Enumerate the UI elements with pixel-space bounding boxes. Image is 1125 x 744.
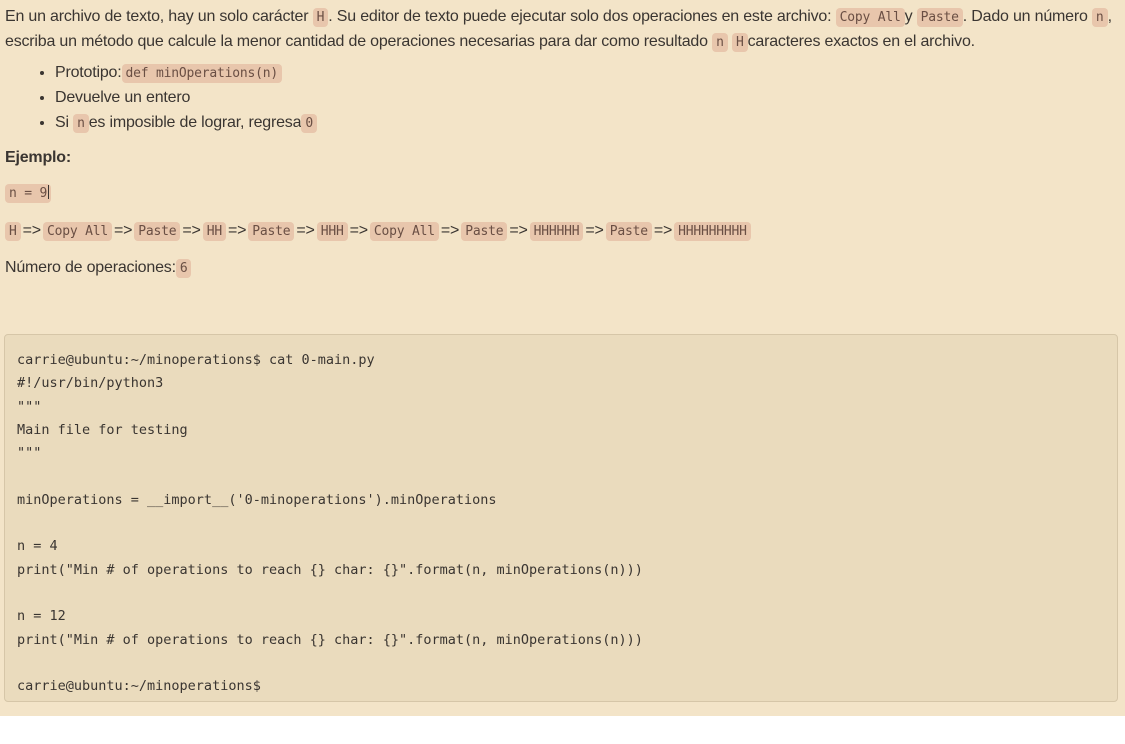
list-item: Devuelve un entero	[55, 85, 1115, 110]
sequence-step: HH	[202, 222, 226, 241]
intro-text: caracteres exactos en el archivo.	[747, 33, 975, 50]
sequence-step: Paste	[134, 222, 181, 241]
example-heading: Ejemplo:	[5, 149, 71, 166]
inline-code: 0	[301, 114, 317, 133]
task-description: En un archivo de texto, hay un solo cará…	[5, 4, 1115, 280]
code-line: carrie@ubuntu:~/minoperations$ cat 0-mai…	[17, 352, 375, 368]
code-line: Main file for testing	[17, 421, 188, 438]
code-block[interactable]: carrie@ubuntu:~/minoperations$ cat 0-mai…	[4, 334, 1118, 702]
intro-text: . Su editor de texto puede ejecutar solo…	[328, 8, 836, 25]
code-line: """	[17, 445, 42, 462]
intro-text: . Dado un número	[962, 8, 1092, 25]
code-line: #!/usr/bin/python3	[17, 375, 164, 392]
operations-label: Número de operaciones:	[5, 259, 176, 276]
inline-code: def minOperations(n)	[121, 64, 283, 83]
list-item-text: Devuelve un entero	[55, 89, 191, 106]
page-background: En un archivo de texto, hay un solo cará…	[0, 0, 1125, 716]
operation-sequence: H => Copy All => Paste => HH => Paste => HHH => Copy…	[5, 218, 1115, 243]
arrow-text: =>	[227, 222, 247, 239]
intro-text: En un archivo de texto, hay un solo cará…	[5, 8, 313, 25]
arrow-text: =>	[349, 222, 369, 239]
inline-code: H	[312, 8, 329, 27]
operations-count: Número de operaciones: 6	[5, 255, 1115, 280]
arrow-text: =>	[22, 222, 42, 239]
code-line: print("Min # of operations to reach {} c…	[17, 561, 643, 578]
list-item: Prototipo:def minOperations(n)	[55, 60, 1115, 85]
sequence-step: H	[5, 222, 21, 241]
intro-paragraph: En un archivo de texto, hay un solo cará…	[5, 4, 1115, 54]
arrow-text: =>	[585, 222, 604, 239]
arrow-text: =>	[653, 222, 673, 239]
inline-code: Paste	[916, 8, 963, 27]
code-line: minOperations = __import__('0-minoperati…	[17, 491, 497, 508]
code-line: print("Min # of operations to reach {} c…	[17, 631, 643, 648]
inline-code: n = 9	[5, 184, 52, 203]
inline-code: n	[73, 114, 89, 133]
arrow-text: =>	[440, 222, 460, 239]
list-item-text: Prototipo:	[55, 64, 122, 81]
sequence-step: Paste	[461, 222, 508, 241]
sequence-step: Paste	[248, 222, 295, 241]
sequence-step: HHHHHHHHH	[674, 222, 751, 241]
text-cursor	[48, 185, 50, 199]
sequence-step: HHH	[316, 222, 348, 241]
intro-text: y	[904, 8, 917, 25]
arrow-text: =>	[296, 222, 315, 239]
sequence-step: Copy All	[42, 222, 112, 241]
list-item-text: Si	[55, 114, 74, 131]
sequence-step: Paste	[605, 222, 652, 241]
code-text: carrie@ubuntu:~/minoperations$ cat 0-mai…	[17, 349, 1105, 698]
sequence-step: Copy All	[369, 222, 439, 241]
requirements-list: Prototipo:def minOperations(n) Devuelve …	[5, 60, 1115, 135]
code-line: """	[17, 398, 42, 415]
example-input: n = 9	[5, 180, 1115, 205]
sequence-step: HHHHHH	[529, 222, 584, 241]
inline-code: 6	[175, 259, 192, 278]
inline-code: n	[712, 33, 728, 52]
code-line: n = 12	[17, 608, 66, 625]
arrow-text: =>	[113, 222, 133, 239]
inline-code: n	[1091, 8, 1108, 27]
inline-code: H	[731, 33, 748, 52]
list-item-text: es imposible de lograr, regresa	[88, 114, 302, 131]
list-item: Si nes imposible de lograr, regresa0	[55, 110, 1115, 135]
code-line: carrie@ubuntu:~/minoperations$	[17, 678, 261, 695]
arrow-text: =>	[182, 222, 201, 239]
code-line: n = 4	[17, 538, 58, 555]
inline-code: Copy All	[835, 8, 905, 27]
arrow-text: =>	[509, 222, 528, 239]
